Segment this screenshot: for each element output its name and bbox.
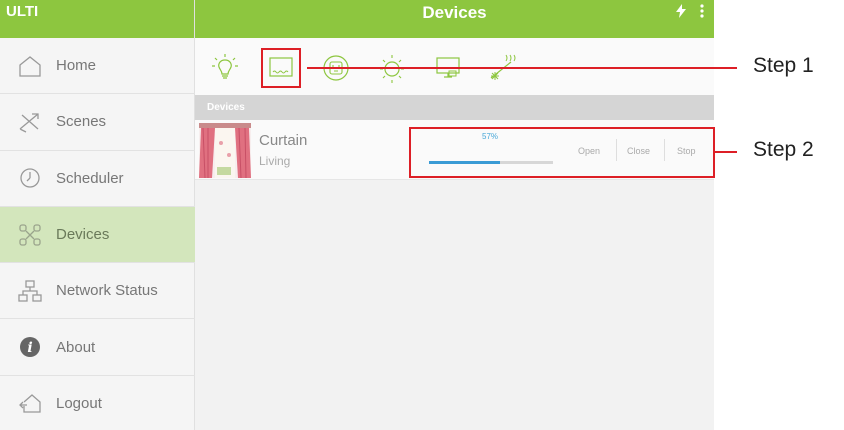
close-button[interactable]: Close xyxy=(627,146,650,156)
category-curtains[interactable] xyxy=(261,48,301,88)
control-divider xyxy=(664,139,665,161)
sidebar-item-scheduler[interactable]: Scheduler xyxy=(0,151,195,207)
step2-leader-line xyxy=(715,151,737,153)
sidebar-item-label: Devices xyxy=(56,226,110,244)
sidebar-nav: Home Scenes Scheduler Devices Network St… xyxy=(0,38,195,430)
sidebar-item-label: About xyxy=(56,338,96,356)
info-icon: i xyxy=(18,335,42,359)
step2-label: Step 2 xyxy=(753,138,814,161)
sidebar-item-logout[interactable]: Logout xyxy=(0,376,195,430)
sidebar-item-label: Network Status xyxy=(56,282,158,300)
sidebar-item-about[interactable]: i About xyxy=(0,319,195,376)
sidebar-item-label: Home xyxy=(56,57,97,75)
sidebar-item-scenes[interactable]: Scenes xyxy=(0,94,195,151)
page-title: Devices xyxy=(422,3,487,22)
sidebar-item-network-status[interactable]: Network Status xyxy=(0,263,195,320)
logout-icon xyxy=(18,391,42,415)
position-slider-fill xyxy=(429,161,500,164)
sidebar: ULTI Home Scenes Scheduler Devices Netwo… xyxy=(0,0,195,430)
devices-icon xyxy=(18,223,42,247)
top-header: Devices xyxy=(195,0,714,38)
sidebar-item-devices[interactable]: Devices xyxy=(0,206,195,264)
home-icon xyxy=(18,54,42,78)
devices-empty-area xyxy=(195,180,714,430)
control-divider xyxy=(616,139,617,161)
category-lights[interactable] xyxy=(205,48,245,88)
light-bulb-icon xyxy=(212,54,238,79)
header-actions xyxy=(676,4,704,22)
sidebar-item-home[interactable]: Home xyxy=(0,38,195,95)
open-button[interactable]: Open xyxy=(578,146,600,156)
network-icon xyxy=(18,279,42,303)
svg-text:i: i xyxy=(27,340,32,356)
brand-bar: ULTI xyxy=(0,0,194,38)
title-bar: Devices xyxy=(195,0,714,24)
app-window: ULTI Home Scenes Scheduler Devices Netwo… xyxy=(0,0,714,430)
position-percent: 57% xyxy=(482,132,499,141)
curtain-thumbnail xyxy=(199,123,251,178)
lightning-icon[interactable] xyxy=(676,4,686,22)
brand-name: ULTI xyxy=(6,3,39,20)
device-name: Curtain xyxy=(259,132,308,149)
device-room: Living xyxy=(259,154,291,168)
sidebar-item-label: Scenes xyxy=(56,113,107,131)
position-slider[interactable] xyxy=(429,161,553,164)
device-row-curtain[interactable]: Curtain Living 57% Open Close Stop xyxy=(195,120,714,180)
stop-button[interactable]: Stop xyxy=(677,146,696,156)
sidebar-item-label: Logout xyxy=(56,394,102,412)
more-vertical-icon[interactable] xyxy=(700,4,704,22)
clock-icon xyxy=(18,166,42,190)
devices-section-header: Devices xyxy=(195,95,714,120)
curtain-icon xyxy=(269,57,293,77)
step1-label: Step 1 xyxy=(753,54,814,77)
sidebar-item-label: Scheduler xyxy=(56,169,124,187)
step1-leader-line xyxy=(307,67,737,69)
scenes-icon xyxy=(18,110,42,134)
